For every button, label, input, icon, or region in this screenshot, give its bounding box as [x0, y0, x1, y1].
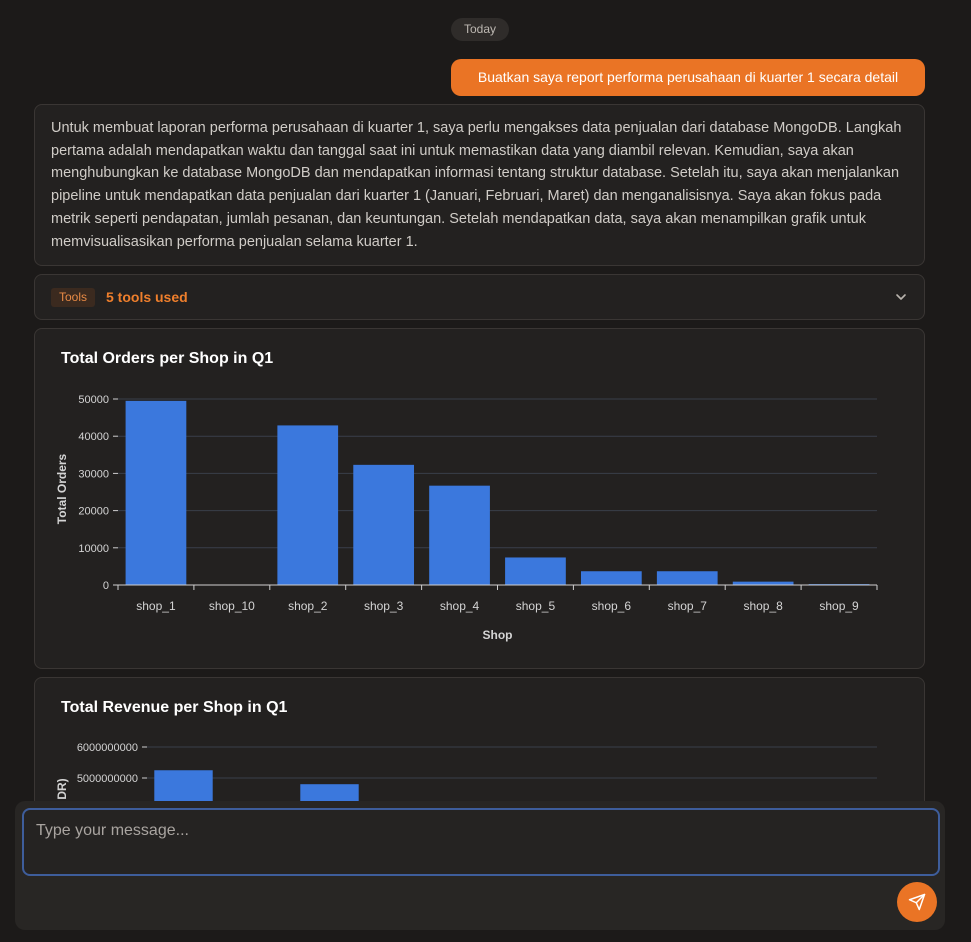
- send-button[interactable]: [897, 882, 937, 922]
- y-tick-label: 5000000000: [77, 773, 138, 785]
- orders-bar-chart: 0 10000 20000 30000 40000 50000 shop_1 shop_10 s…: [55, 394, 878, 642]
- x-tick-label: shop_7: [668, 599, 708, 613]
- date-divider: Today: [451, 18, 509, 41]
- y-tick-label: 50000: [78, 394, 109, 406]
- y-tick-label: 0: [103, 580, 109, 592]
- x-tick-label: shop_10: [209, 599, 255, 613]
- y-tick-label: 20000: [78, 506, 109, 518]
- bar-shop_4: [429, 485, 490, 585]
- user-message: Buatkan saya report performa perusahaan …: [451, 59, 925, 96]
- x-tick-label: shop_6: [592, 599, 632, 613]
- bar-shop_2: [277, 425, 339, 585]
- bar-shop_7: [656, 571, 718, 585]
- x-tick-label: shop_3: [364, 599, 404, 613]
- bar-shop_5: [505, 557, 566, 585]
- x-tick-label: shop_8: [743, 599, 783, 613]
- y-tick-label: 40000: [78, 431, 109, 443]
- x-axis-label: Shop: [483, 628, 513, 642]
- y-tick-label: 10000: [78, 543, 109, 555]
- bar-shop_8: [732, 581, 794, 585]
- y-axis-label: DR): [55, 778, 69, 799]
- y-tick-label: 6000000000: [77, 742, 138, 754]
- orders-chart-card: Total Orders per Shop in Q1 0 10000 20000 3…: [34, 328, 925, 669]
- x-tick-label: shop_4: [440, 599, 480, 613]
- x-tick-label: shop_2: [288, 599, 328, 613]
- message-input[interactable]: [22, 808, 940, 876]
- tools-summary: 5 tools used: [106, 289, 188, 305]
- bar-shop_6: [580, 571, 642, 585]
- assistant-message: Untuk membuat laporan performa perusahaa…: [34, 104, 925, 266]
- send-icon: [908, 893, 926, 911]
- message-composer: [15, 801, 945, 930]
- x-tick-label: shop_5: [516, 599, 556, 613]
- bar-shop_1: [125, 400, 187, 585]
- chevron-down-icon[interactable]: [894, 290, 908, 304]
- tools-badge: Tools: [51, 288, 96, 307]
- x-tick-label: shop_9: [819, 599, 859, 613]
- x-tick-label: shop_1: [136, 599, 176, 613]
- tools-accordion[interactable]: Tools 5 tools used: [34, 274, 925, 320]
- y-axis-label: Total Orders: [55, 453, 69, 524]
- bar-shop_3: [353, 464, 415, 585]
- y-tick-label: 30000: [78, 468, 109, 480]
